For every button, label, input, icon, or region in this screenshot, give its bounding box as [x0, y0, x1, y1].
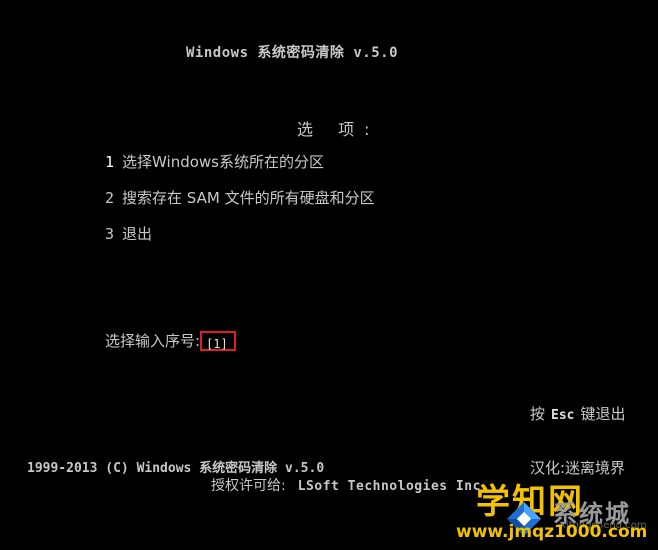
- menu-item-label: 选择Windows系统所在的分区: [122, 153, 324, 171]
- options-heading: 选 项:: [297, 120, 380, 139]
- prompt-label: 选择输入序号:: [105, 332, 201, 350]
- menu-item-exit[interactable]: 3 退出: [105, 223, 152, 244]
- esc-hint-prefix: 按: [530, 405, 546, 423]
- menu-item-number: 1: [105, 153, 115, 171]
- menu-item-search-sam[interactable]: 2 搜索存在 SAM 文件的所有硬盘和分区: [105, 187, 375, 208]
- menu-item-label: 退出: [122, 225, 153, 243]
- license-info: 授权许可给: LSoft Technologies Inc: [211, 475, 481, 495]
- copyright-text: 1999-2013 (C) Windows 系统密码清除 v.5.0: [27, 461, 325, 476]
- app-title: Windows 系统密码清除 v.5.0: [186, 45, 399, 61]
- menu-item-number: 2: [105, 189, 115, 207]
- esc-key-label: Esc: [551, 408, 575, 423]
- menu-item-select-partition[interactable]: 1 选择Windows系统所在的分区: [105, 151, 324, 172]
- license-label: 授权许可给:: [211, 478, 286, 494]
- selection-prompt: 选择输入序号: [1]: [105, 330, 237, 351]
- license-company: LSoft Technologies Inc: [297, 479, 481, 494]
- menu-item-label: 搜索存在 SAM 文件的所有硬盘和分区: [122, 189, 375, 207]
- esc-exit-hint: 按 Esc 键退出: [530, 403, 626, 424]
- selection-input[interactable]: [1]: [200, 330, 237, 351]
- watermark-url: www.jmqz1000.com: [456, 522, 648, 542]
- esc-hint-suffix: 键退出: [580, 405, 626, 423]
- menu-item-number: 3: [105, 225, 115, 243]
